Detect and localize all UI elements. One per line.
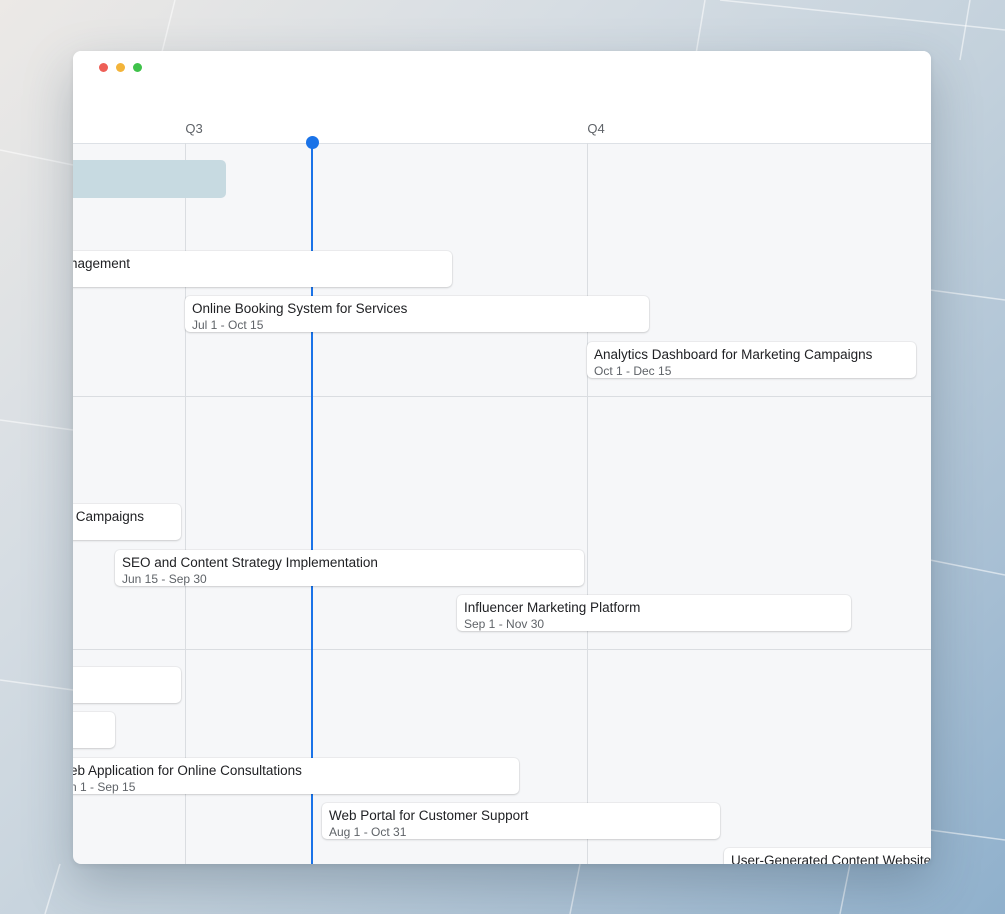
timeline-header: Q3 Q4 xyxy=(73,84,931,144)
task-bar[interactable] xyxy=(73,667,181,703)
task-bar[interactable]: User-Generated Content Website xyxy=(724,848,931,864)
task-bar[interactable]: Campaigns xyxy=(73,504,181,540)
task-title: nagement xyxy=(73,256,131,271)
task-dates: Jun 15 - Sep 30 xyxy=(122,572,207,586)
quarter-label-q3: Q3 xyxy=(185,121,203,136)
task-title: Influencer Marketing Platform xyxy=(464,600,641,615)
task-bar[interactable]: Online Booking System for Services Jul 1… xyxy=(185,296,649,332)
today-marker-handle[interactable] xyxy=(305,136,319,149)
q4-gridline xyxy=(587,143,588,864)
group-summary-bar[interactable] xyxy=(73,160,226,198)
maximize-window-button[interactable] xyxy=(133,63,142,72)
task-dates: n 1 - Sep 15 xyxy=(73,780,136,794)
task-title: Online Booking System for Services xyxy=(192,301,408,316)
task-bar[interactable]: Influencer Marketing Platform Sep 1 - No… xyxy=(457,595,851,631)
close-window-button[interactable] xyxy=(99,63,108,72)
task-dates: Oct 1 - Dec 15 xyxy=(594,364,672,378)
minimize-window-button[interactable] xyxy=(116,63,125,72)
group-divider xyxy=(73,396,931,397)
task-bar[interactable]: eb Application for Online Consultations … xyxy=(73,758,519,794)
task-bar[interactable]: Web Portal for Customer Support Aug 1 - … xyxy=(322,803,720,839)
window-titlebar xyxy=(73,51,931,85)
task-title: User-Generated Content Website xyxy=(731,853,931,864)
task-title: SEO and Content Strategy Implementation xyxy=(122,555,378,570)
task-bar[interactable] xyxy=(73,712,115,748)
app-window: Q3 Q4 nagement Online Booking System for… xyxy=(73,51,931,864)
task-title: Web Portal for Customer Support xyxy=(329,808,529,823)
task-title: Campaigns xyxy=(75,509,144,524)
task-dates: Sep 1 - Nov 30 xyxy=(464,617,545,631)
task-bar[interactable]: Analytics Dashboard for Marketing Campai… xyxy=(587,342,916,378)
task-dates: Jul 1 - Oct 15 xyxy=(192,318,264,332)
task-bar[interactable]: nagement xyxy=(73,251,452,287)
task-bar[interactable]: SEO and Content Strategy Implementation … xyxy=(115,550,584,586)
group-divider xyxy=(73,649,931,650)
quarter-label-q4: Q4 xyxy=(587,121,605,136)
task-title: Analytics Dashboard for Marketing Campai… xyxy=(594,347,873,362)
task-dates: Aug 1 - Oct 31 xyxy=(329,825,407,839)
task-title: eb Application for Online Consultations xyxy=(73,763,302,778)
